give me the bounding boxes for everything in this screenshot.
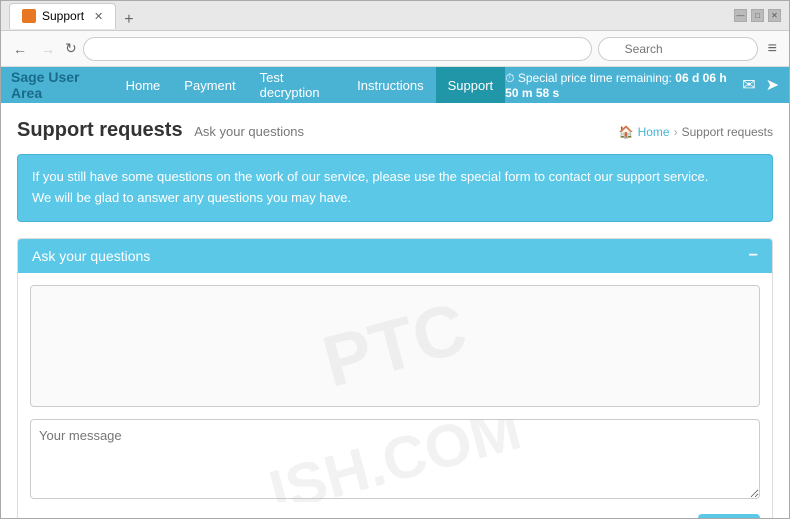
page-title-area: Support requests Ask your questions [17,119,304,142]
mail-icon[interactable]: ✉ [742,75,755,95]
info-text-1: If you still have some questions on the … [32,167,758,188]
back-button[interactable]: ← [9,39,31,59]
site-logo: Sage User Area [11,69,98,101]
timer-label: ⏱ Special price time remaining: 06 d 06 … [505,71,732,100]
message-input-area: ISH.COM [30,419,760,502]
site-navigation: Sage User Area Home Payment Test decrypt… [1,67,789,103]
accordion-body: PTC ISH.COM Send [18,273,772,518]
breadcrumb: 🏠 Home › Support requests [619,125,773,139]
breadcrumb-separator: › [674,125,678,139]
breadcrumb-current: Support requests [682,125,773,139]
url-bar[interactable] [83,37,592,61]
tab-bar: Support ✕ + [9,3,726,29]
message-textarea[interactable] [30,419,760,499]
ask-questions-accordion: Ask your questions − PTC ISH.COM [17,238,773,518]
search-wrap: 🔍 [598,37,758,61]
tab-favicon [22,9,36,23]
home-icon: 🏠 [619,125,634,139]
accordion-title: Ask your questions [32,248,150,264]
page-content: Support requests Ask your questions 🏠 Ho… [1,103,789,518]
nav-test-decryption[interactable]: Test decryption [248,67,346,103]
logo-text: Sage [11,69,44,85]
nav-right: ⏱ Special price time remaining: 06 d 06 … [505,71,779,100]
timer-label-text: Special price time remaining: [518,71,672,85]
reload-button[interactable]: ↻ [65,40,77,57]
active-tab[interactable]: Support ✕ [9,3,116,29]
message-area: PTC [30,285,760,407]
page-header: Support requests Ask your questions 🏠 Ho… [17,119,773,142]
page-title: Support requests [17,119,183,141]
info-box: If you still have some questions on the … [17,154,773,222]
page-subtitle: Ask your questions [194,124,304,139]
browser-window: Support ✕ + — □ ✕ ← → ↻ 🔍 ≡ Sage User Ar… [0,0,790,519]
accordion-toggle-icon[interactable]: − [749,247,758,265]
nav-home[interactable]: Home [114,67,173,103]
info-text-2: We will be glad to answer any questions … [32,188,758,209]
forward-button[interactable]: → [37,39,59,59]
form-area-inner [31,286,759,406]
tab-title: Support [42,9,84,23]
nav-support[interactable]: Support [436,67,506,103]
share-icon[interactable]: ➤ [766,75,779,95]
new-tab-button[interactable]: + [116,11,141,29]
search-input[interactable] [598,37,758,61]
close-button[interactable]: ✕ [768,9,781,22]
accordion-header[interactable]: Ask your questions − [18,239,772,273]
clock-icon: ⏱ [505,71,514,85]
tab-close-button[interactable]: ✕ [94,10,103,23]
send-row: Send [30,514,760,518]
window-controls: — □ ✕ [734,9,781,22]
nav-payment[interactable]: Payment [172,67,247,103]
nav-instructions[interactable]: Instructions [345,67,435,103]
minimize-button[interactable]: — [734,9,747,22]
title-bar: Support ✕ + — □ ✕ [1,1,789,31]
maximize-button[interactable]: □ [751,9,764,22]
breadcrumb-home[interactable]: Home [638,125,670,139]
browser-menu-button[interactable]: ≡ [764,38,781,60]
send-button[interactable]: Send [698,514,760,518]
address-bar: ← → ↻ 🔍 ≡ [1,31,789,67]
